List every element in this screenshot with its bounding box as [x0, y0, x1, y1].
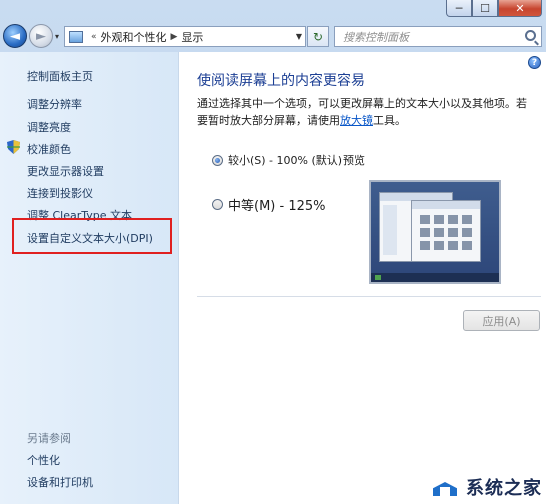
refresh-button[interactable]: ↻ — [307, 26, 329, 47]
minimize-button[interactable]: ─ — [446, 0, 472, 17]
sidebar: 控制面板主页 调整分辨率 调整亮度 校准颜色 更改显示器设置 连接到投影仪 调整… — [0, 52, 179, 504]
maximize-button[interactable]: ☐ — [472, 0, 498, 17]
sidebar-link-display-settings[interactable]: 更改显示器设置 — [27, 163, 104, 179]
option-small[interactable]: 较小(S) - 100% (默认) — [212, 152, 342, 168]
sidebar-link-brightness[interactable]: 调整亮度 — [27, 119, 71, 135]
sidebar-link-projector[interactable]: 连接到投影仪 — [27, 185, 93, 201]
caption-buttons: ─ ☐ ✕ — [446, 0, 542, 17]
radio-small[interactable] — [212, 154, 223, 166]
content-area: 控制面板主页 调整分辨率 调整亮度 校准颜色 更改显示器设置 连接到投影仪 调整… — [0, 52, 546, 504]
sidebar-link-calibrate[interactable]: 校准颜色 — [27, 141, 71, 157]
house-logo-icon — [430, 476, 460, 498]
back-button[interactable]: ◄ — [3, 24, 27, 48]
shield-icon — [7, 140, 20, 154]
watermark-text: 系统之家 — [466, 478, 542, 499]
navigation-bar: ◄ ► ▾ « 外观和个性化 ▶ 显示 ▼ ↻ 搜索控制面板 — [0, 20, 546, 52]
breadcrumb-overflow[interactable]: « — [91, 32, 97, 42]
search-icon[interactable] — [525, 30, 536, 41]
description-text-end: 工具。 — [373, 114, 406, 127]
search-placeholder: 搜索控制面板 — [343, 30, 409, 44]
close-button[interactable]: ✕ — [498, 0, 542, 17]
see-also-heading: 另请参阅 — [27, 432, 71, 445]
search-input[interactable]: 搜索控制面板 — [334, 26, 542, 47]
preview-label: 预览 — [343, 154, 365, 167]
page-description: 通过选择其中一个选项，可以更改屏幕上的文本大小以及其他项。若要暂时放大部分屏幕，… — [197, 95, 537, 129]
sidebar-home-link[interactable]: 控制面板主页 — [27, 68, 93, 84]
breadcrumb-appearance[interactable]: 外观和个性化 — [101, 29, 167, 45]
address-bar[interactable]: « 外观和个性化 ▶ 显示 ▼ — [64, 26, 306, 47]
magnifier-link[interactable]: 放大镜 — [340, 114, 373, 127]
watermark: 系统之家 — [430, 474, 542, 500]
sidebar-link-personalization[interactable]: 个性化 — [27, 452, 60, 468]
preview-taskbar — [371, 273, 499, 282]
divider — [197, 296, 541, 297]
apply-button[interactable]: 应用(A) — [463, 310, 540, 331]
control-panel-icon — [69, 30, 83, 43]
preview-window-front — [411, 200, 481, 262]
breadcrumb-display[interactable]: 显示 — [181, 29, 203, 45]
option-medium-label[interactable]: 中等(M) - 125% — [228, 195, 325, 214]
forward-button[interactable]: ► — [29, 24, 53, 48]
breadcrumb-arrow-icon[interactable]: ▶ — [171, 32, 178, 42]
sidebar-link-resolution[interactable]: 调整分辨率 — [27, 96, 82, 112]
help-icon[interactable]: ? — [528, 56, 541, 69]
option-small-label[interactable]: 较小(S) - 100% (默认) — [228, 152, 342, 168]
sidebar-link-devices-printers[interactable]: 设备和打印机 — [27, 474, 93, 490]
radio-medium[interactable] — [212, 199, 223, 210]
page-title: 使阅读屏幕上的内容更容易 — [197, 73, 365, 89]
preview-image — [369, 180, 501, 284]
highlight-box — [12, 218, 172, 254]
address-dropdown-icon[interactable]: ▼ — [296, 32, 302, 41]
option-medium[interactable]: 中等(M) - 125% — [212, 195, 325, 214]
recent-pages-dropdown[interactable]: ▾ — [55, 32, 59, 41]
window-frame: ─ ☐ ✕ ◄ ► ▾ « 外观和个性化 ▶ 显示 ▼ ↻ 搜索控制面板 控制面… — [0, 0, 546, 504]
